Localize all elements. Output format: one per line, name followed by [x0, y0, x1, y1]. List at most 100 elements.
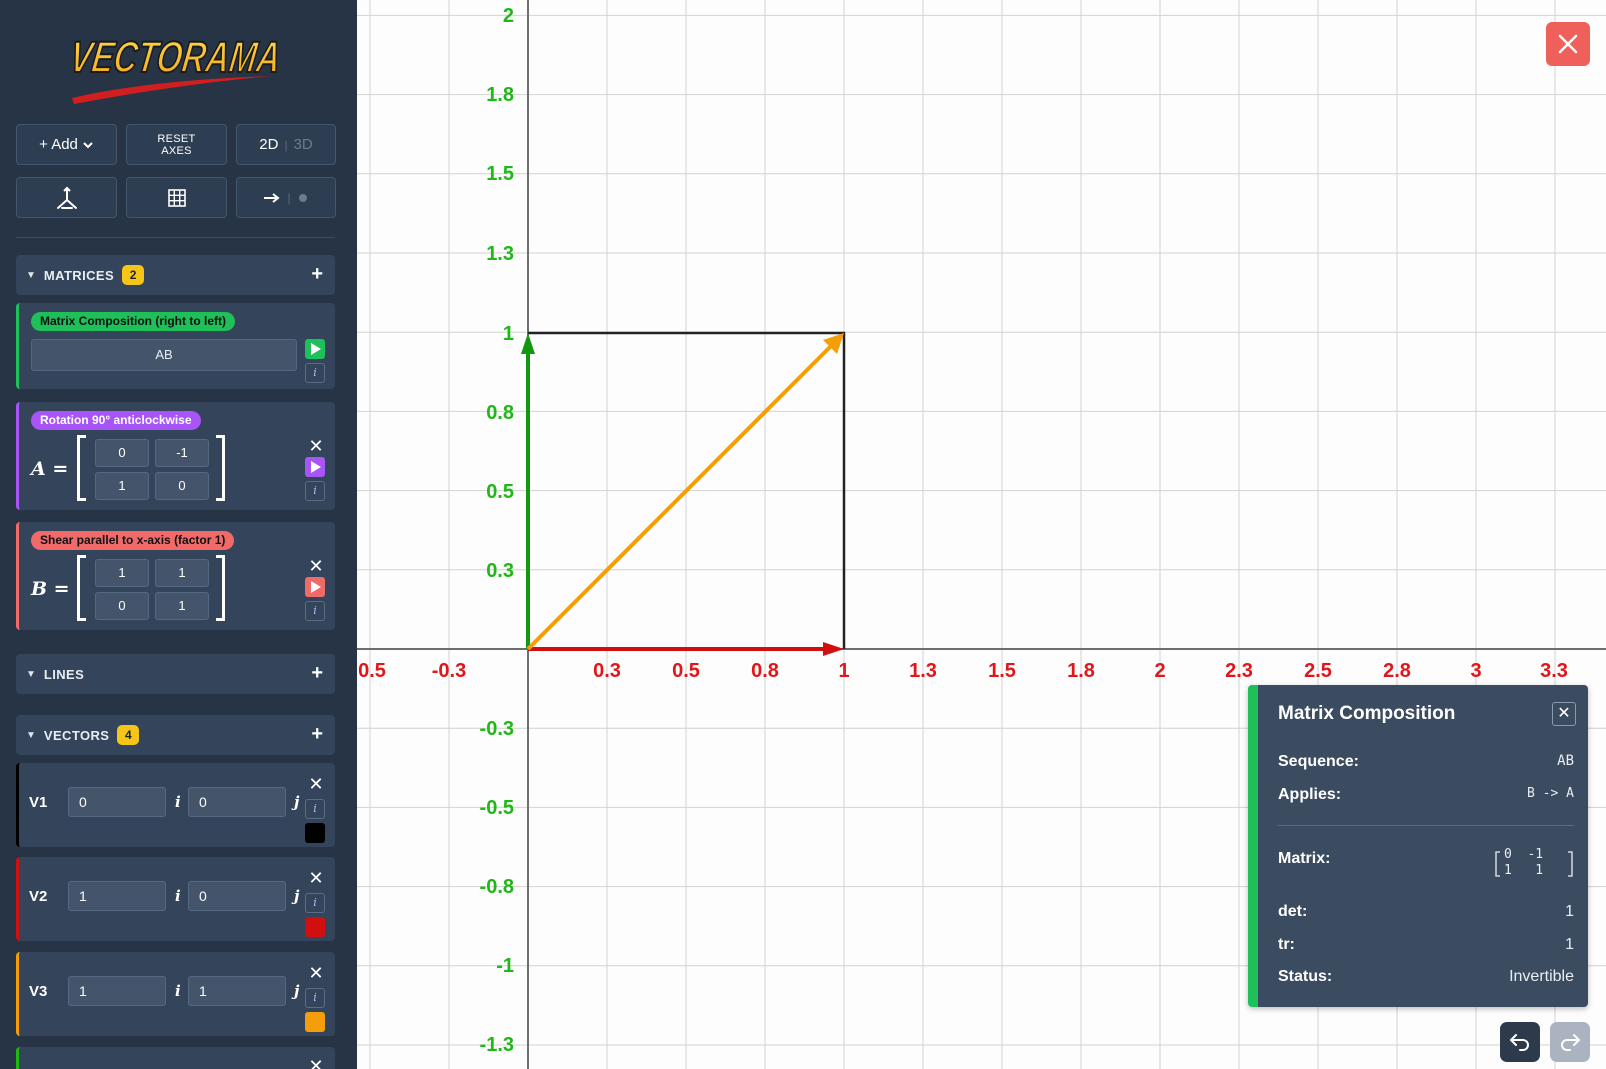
play-icon[interactable] — [305, 339, 325, 359]
color-swatch[interactable] — [305, 823, 325, 843]
vector-j-input[interactable]: 0 — [188, 881, 286, 911]
info-panel-close-button[interactable]: ✕ — [1552, 702, 1576, 726]
composition-expression-input[interactable]: AB — [31, 339, 297, 371]
collapse-triangle-icon[interactable]: ▼ — [26, 730, 36, 741]
x-tick-label: 3 — [1470, 660, 1481, 682]
vector-card-v1: V1 0 i 0 j ✕ i — [16, 763, 335, 847]
vector-i-input[interactable]: 0 — [68, 787, 166, 817]
matrix-a-cell-00[interactable]: 0 — [95, 439, 149, 467]
dot-icon[interactable] — [297, 192, 309, 204]
y-tick-label: 1.8 — [486, 84, 514, 106]
mode-separator: | — [284, 137, 288, 152]
info-icon[interactable]: i — [305, 601, 325, 621]
y-tick-label: 1.3 — [486, 243, 514, 265]
matrix-row: Matrix: 0 -1 1 1 — [1278, 847, 1574, 878]
sequence-row: Sequence: AB — [1278, 753, 1574, 771]
j-unit-label: j — [294, 793, 300, 811]
close-icon[interactable]: ✕ — [305, 773, 327, 795]
matrix-info-panel: Matrix Composition ✕ Sequence: AB Applie… — [1248, 685, 1588, 1007]
info-icon[interactable]: i — [305, 363, 325, 383]
x-tick-label: 1.8 — [1067, 660, 1095, 682]
add-button[interactable]: + Add — [16, 124, 117, 165]
reset-label-2: AXES — [161, 144, 192, 157]
close-icon[interactable]: ✕ — [305, 555, 327, 577]
vectorama-logo[interactable]: VECTORAMA — [60, 18, 300, 108]
vector-j-input[interactable]: 1 — [188, 976, 286, 1006]
applies-label: Applies: — [1278, 786, 1342, 803]
dimension-toggle[interactable]: 2D | 3D — [236, 124, 336, 165]
vector-name: V3 — [29, 983, 48, 1000]
matrix-a-cell-10[interactable]: 1 — [95, 472, 149, 500]
i-unit-label: i — [175, 982, 181, 1000]
x-tick-label: 2.3 — [1225, 660, 1253, 682]
vector-i-input[interactable]: 1 — [68, 881, 166, 911]
matrix-label: Matrix: — [1278, 850, 1331, 867]
info-icon[interactable]: i — [305, 799, 325, 819]
redo-icon — [1561, 1034, 1580, 1051]
status-row: Status: Invertible — [1278, 968, 1574, 986]
reset-axes-button[interactable]: RESET AXES — [126, 124, 227, 165]
y-tick-label: 1.5 — [486, 163, 514, 185]
axes-toggle-button[interactable] — [16, 177, 117, 218]
color-swatch[interactable] — [305, 917, 325, 937]
y-tick-label: -0.8 — [480, 876, 514, 898]
info-icon[interactable]: i — [305, 481, 325, 501]
mode-3d-button[interactable]: 3D — [294, 136, 313, 153]
matrix-row-1: 0 -1 — [1504, 847, 1544, 862]
close-button[interactable] — [1546, 22, 1590, 66]
mode-2d-button[interactable]: 2D — [259, 136, 278, 153]
close-icon[interactable]: ✕ — [305, 867, 327, 889]
redo-button[interactable] — [1550, 1022, 1590, 1062]
x-tick-label: 2.5 — [1304, 660, 1332, 682]
color-swatch[interactable] — [305, 1012, 325, 1032]
matrix-a-cell-11[interactable]: 0 — [155, 472, 209, 500]
add-matrix-button[interactable]: + — [311, 263, 323, 286]
play-icon[interactable] — [305, 577, 325, 597]
x-tick-label: 2 — [1154, 660, 1165, 682]
matrix-b-cell-01[interactable]: 1 — [155, 559, 209, 587]
undo-icon — [1510, 1034, 1529, 1051]
info-icon[interactable]: i — [305, 893, 325, 913]
matrix-a-cell-01[interactable]: -1 — [155, 439, 209, 467]
y-tick-label: -0.3 — [480, 718, 514, 740]
grid-toggle-button[interactable] — [126, 177, 227, 218]
vector-i-input[interactable]: 1 — [68, 976, 166, 1006]
close-icon — [1558, 34, 1578, 54]
sequence-label: Sequence: — [1278, 753, 1359, 770]
y-tick-label: -0.5 — [480, 797, 514, 819]
info-icon[interactable]: i — [305, 988, 325, 1008]
vector-j-input[interactable]: 0 — [188, 787, 286, 817]
close-icon[interactable]: ✕ — [305, 435, 327, 457]
composition-tag: Matrix Composition (right to left) — [31, 312, 235, 331]
add-line-button[interactable]: + — [311, 662, 323, 685]
grid-icon — [167, 188, 186, 207]
det-label: det: — [1278, 903, 1308, 920]
close-icon[interactable]: ✕ — [305, 1055, 327, 1069]
vectors-count-badge: 4 — [117, 725, 140, 745]
close-icon[interactable]: ✕ — [305, 962, 327, 984]
collapse-triangle-icon[interactable]: ▼ — [26, 270, 36, 281]
x-tick-label: 1 — [838, 660, 849, 682]
axes-icon — [56, 186, 77, 209]
vectors-section-header[interactable]: ▼ VECTORS 4 + — [16, 715, 335, 755]
chevron-down-icon — [83, 141, 93, 148]
undo-button[interactable] — [1500, 1022, 1540, 1062]
matrix-b-cell-10[interactable]: 0 — [95, 592, 149, 620]
matrices-section-header[interactable]: ▼ MATRICES 2 + — [16, 255, 335, 295]
j-unit-label: j — [294, 982, 300, 1000]
add-vector-button[interactable]: + — [311, 723, 323, 746]
arrow-right-icon[interactable] — [263, 192, 281, 204]
lines-title: LINES — [43, 666, 85, 682]
collapse-triangle-icon[interactable]: ▼ — [26, 669, 36, 680]
matrix-b-cell-11[interactable]: 1 — [155, 592, 209, 620]
matrix-b-cell-00[interactable]: 1 — [95, 559, 149, 587]
x-tick-label: 0.5 — [358, 660, 386, 682]
sidebar-divider — [16, 237, 335, 238]
vector-style-toggle[interactable]: | — [236, 177, 336, 218]
play-icon[interactable] — [305, 457, 325, 477]
status-label: Status: — [1278, 968, 1333, 985]
matrix-a-label: A = — [31, 458, 69, 480]
lines-section-header[interactable]: ▼ LINES + — [16, 654, 335, 694]
left-bracket — [77, 555, 86, 621]
add-label: + Add — [39, 136, 78, 153]
